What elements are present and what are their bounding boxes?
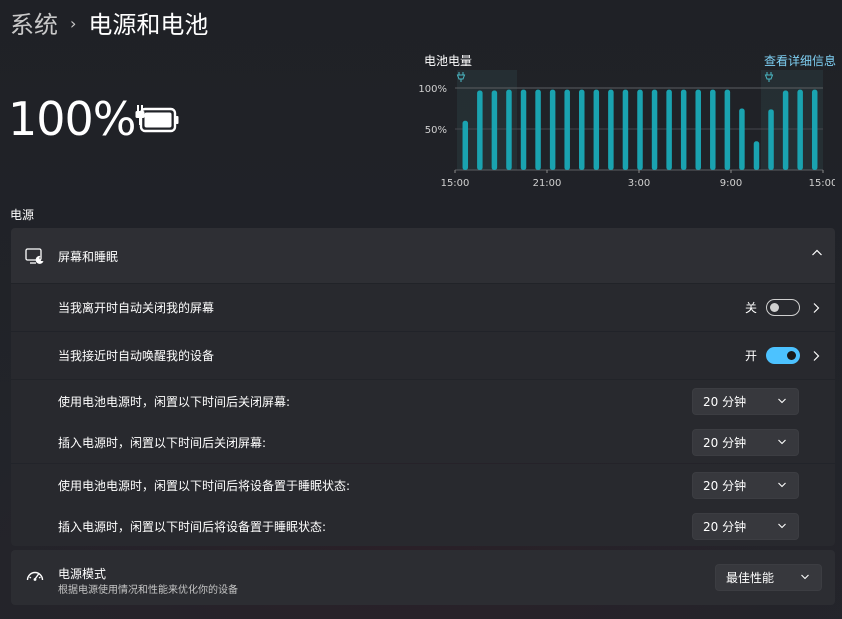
battery-bar	[608, 89, 614, 170]
dropdown-value: 20 分钟	[703, 478, 747, 493]
battery-charging-icon	[135, 105, 179, 133]
toggle-knob	[770, 303, 779, 312]
battery-bar	[651, 89, 658, 170]
battery-bar	[695, 89, 701, 170]
auto-screen-off-state: 关	[744, 301, 757, 315]
battery-bar	[535, 89, 541, 170]
battery-bar	[506, 89, 512, 170]
chevron-down-icon	[801, 574, 809, 580]
power-mode-subtitle: 根据电源使用情况和性能来优化你的设备	[58, 585, 238, 596]
power-mode-row: 电源模式 根据电源使用情况和性能来优化你的设备 最佳性能	[11, 550, 835, 605]
battery-bar	[680, 89, 687, 170]
battery-bar	[797, 89, 803, 170]
battery-bar	[462, 120, 469, 170]
page-title: 电源和电池	[88, 10, 209, 39]
plugged-sleep-row: 插入电源时，闲置以下时间后将设备置于睡眠状态: 20 分钟	[11, 506, 835, 546]
battery-bar	[579, 89, 585, 170]
section-label-power: 电源	[10, 208, 35, 222]
chevron-down-icon	[778, 398, 786, 403]
x-tick-label: 15:00	[441, 178, 470, 189]
auto-wake-toggle[interactable]	[766, 347, 800, 364]
x-tick-label: 15:00	[809, 178, 835, 189]
x-tick-label: 9:00	[720, 178, 742, 189]
battery-bar	[811, 89, 818, 170]
auto-screen-off-toggle[interactable]	[766, 299, 800, 316]
battery-bar	[768, 109, 774, 170]
y-tick-label: 100%	[418, 84, 447, 95]
battery-bar	[549, 89, 556, 170]
battery-screen-off-label: 使用电池电源时，闲置以下时间后关闭屏幕:	[58, 394, 291, 409]
battery-percentage: 100%	[8, 92, 137, 146]
battery-bar	[520, 89, 527, 170]
dropdown-value: 20 分钟	[703, 394, 747, 409]
x-tick-label: 3:00	[628, 178, 650, 189]
battery-bar	[739, 108, 745, 170]
plugged-screen-off-row: 插入电源时，闲置以下时间后关闭屏幕: 20 分钟	[11, 422, 835, 463]
auto-screen-off-label: 当我离开时自动关闭我的屏幕	[58, 301, 215, 315]
power-mode-gauge-icon	[26, 571, 44, 581]
power-mode-dropdown[interactable]: 最佳性能	[715, 564, 822, 591]
auto-wake-label: 当我接近时自动唤醒我的设备	[58, 349, 215, 363]
battery-bar	[724, 89, 731, 170]
breadcrumb-parent[interactable]: 系统	[10, 5, 58, 40]
chevron-down-icon	[778, 439, 786, 445]
chevron-right-icon[interactable]	[811, 302, 821, 314]
plugged-screen-off-dropdown[interactable]: 20 分钟	[692, 429, 799, 456]
screen-sleep-title: 屏幕和睡眠	[58, 250, 119, 264]
battery-screen-off-row: 使用电池电源时，闲置以下时间后关闭屏幕: 20 分钟	[11, 380, 835, 422]
toggle-knob	[787, 351, 796, 360]
battery-bar	[622, 89, 629, 170]
chevron-down-icon	[778, 482, 786, 487]
dropdown-value: 20 分钟	[703, 436, 747, 450]
screen-sleep-header[interactable]: 屏幕和睡眠	[11, 228, 835, 283]
battery-bar	[477, 90, 483, 170]
battery-bar	[666, 89, 672, 170]
breadcrumb: 系统 › 电源和电池	[10, 4, 208, 40]
chevron-right-icon[interactable]	[811, 350, 821, 362]
battery-level-chart: 100% 50% 15:00 21:00 3:00 9:00 15:00	[418, 70, 835, 189]
battery-bar	[710, 89, 716, 170]
plugged-screen-off-label: 插入电源时，闲置以下时间后关闭屏幕:	[58, 436, 267, 450]
y-tick-label: 50%	[425, 125, 447, 136]
plugged-sleep-label: 插入电源时，闲置以下时间后将设备置于睡眠状态:	[58, 519, 327, 534]
battery-sleep-label: 使用电池电源时，闲置以下时间后将设备置于睡眠状态:	[58, 478, 351, 493]
x-tick-label: 21:00	[533, 178, 562, 189]
breadcrumb-separator-icon: ›	[70, 13, 77, 33]
battery-sleep-row: 使用电池电源时，闲置以下时间后将设备置于睡眠状态: 20 分钟	[11, 464, 835, 506]
battery-bar	[753, 141, 760, 170]
battery-bar	[782, 90, 789, 170]
auto-wake-row[interactable]: 当我接近时自动唤醒我的设备 开	[11, 332, 835, 379]
chevron-down-icon	[778, 523, 786, 528]
battery-bar	[593, 89, 600, 170]
battery-bar	[637, 89, 643, 170]
battery-bar	[491, 90, 498, 170]
auto-wake-state: 开	[744, 349, 757, 363]
plugged-sleep-dropdown[interactable]: 20 分钟	[692, 512, 799, 540]
auto-screen-off-row[interactable]: 当我离开时自动关闭我的屏幕 关	[11, 284, 835, 331]
dropdown-value: 最佳性能	[726, 571, 775, 585]
battery-sleep-dropdown[interactable]: 20 分钟	[692, 471, 799, 499]
screen-sleep-icon	[25, 248, 44, 264]
dropdown-value: 20 分钟	[703, 519, 747, 534]
power-mode-title: 电源模式	[58, 567, 107, 581]
battery-screen-off-dropdown[interactable]: 20 分钟	[692, 387, 799, 415]
chevron-up-icon[interactable]	[811, 248, 823, 258]
battery-bar	[564, 89, 570, 170]
